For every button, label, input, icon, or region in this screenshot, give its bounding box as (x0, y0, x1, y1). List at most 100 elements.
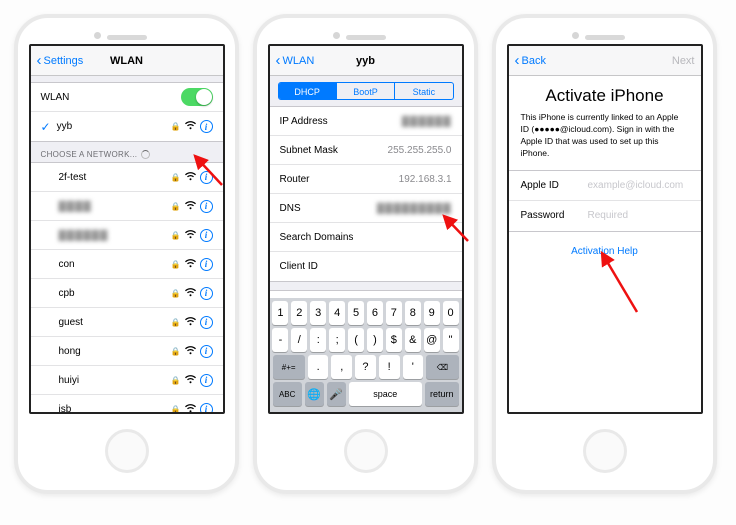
key[interactable]: 1 (272, 301, 288, 325)
navbar: ‹ Back Next (509, 46, 701, 76)
network-row[interactable]: cpb🔒i (31, 279, 223, 308)
key-globe[interactable]: 🌐 (305, 382, 324, 406)
home-button[interactable] (583, 429, 627, 473)
seg-static[interactable]: Static (395, 83, 452, 99)
seg-bootp[interactable]: BootP (337, 83, 395, 99)
info-icon[interactable]: i (200, 200, 213, 213)
next-button[interactable]: Next (645, 55, 695, 67)
key[interactable]: " (443, 328, 459, 352)
key[interactable]: 3 (310, 301, 326, 325)
apple-id-field[interactable]: Apple ID example@icloud.com (509, 171, 701, 201)
screen-activate: ‹ Back Next Activate iPhone This iPhone … (507, 44, 703, 414)
back-button[interactable]: ‹ WLAN (276, 53, 326, 68)
back-button[interactable]: ‹ Back (515, 53, 565, 68)
info-icon[interactable]: i (200, 345, 213, 358)
network-row[interactable]: jsb🔒i (31, 395, 223, 412)
choose-network-label: CHOOSE A NETWORK... (31, 142, 223, 162)
lock-icon: 🔒 (171, 318, 181, 327)
nav-title: WLAN (110, 55, 143, 67)
key[interactable]: : (310, 328, 326, 352)
key[interactable]: 5 (348, 301, 364, 325)
row-label: DNS (280, 203, 301, 214)
info-icon[interactable]: i (200, 171, 213, 184)
iphone-frame-3: ‹ Back Next Activate iPhone This iPhone … (492, 14, 717, 494)
chevron-left-icon: ‹ (276, 53, 281, 68)
info-icon[interactable]: i (200, 403, 213, 413)
key[interactable]: 0 (443, 301, 459, 325)
key[interactable]: $ (386, 328, 402, 352)
camera-dot (94, 32, 101, 39)
row-label: Router (280, 174, 310, 185)
key[interactable]: 7 (386, 301, 402, 325)
wlan-switch[interactable] (181, 88, 213, 106)
key[interactable]: 6 (367, 301, 383, 325)
key[interactable]: 2 (291, 301, 307, 325)
wifi-icon (185, 404, 196, 413)
seg-dhcp[interactable]: DHCP (279, 83, 337, 99)
network-row[interactable]: con🔒i (31, 250, 223, 279)
key[interactable]: ! (379, 355, 400, 379)
network-row[interactable]: guest🔒i (31, 308, 223, 337)
ip-config-segment: DHCP BootP Static (278, 82, 454, 100)
key-space[interactable]: space (349, 382, 422, 406)
key-delete[interactable]: ⌫ (426, 355, 458, 379)
subnet-mask-row[interactable]: Subnet Mask 255.255.255.0 (270, 136, 462, 165)
key[interactable]: 9 (424, 301, 440, 325)
connected-ssid: yyb (57, 121, 73, 132)
wifi-icon (185, 288, 196, 299)
key[interactable]: ; (329, 328, 345, 352)
info-icon[interactable]: i (200, 258, 213, 271)
key[interactable]: & (405, 328, 421, 352)
home-button[interactable] (105, 429, 149, 473)
router-row[interactable]: Router 192.168.3.1 (270, 165, 462, 194)
client-id-row[interactable]: Client ID (270, 252, 462, 281)
network-row[interactable]: ▓▓▓▓▓▓🔒i (31, 221, 223, 250)
key[interactable]: ) (367, 328, 383, 352)
navbar: ‹ Settings WLAN (31, 46, 223, 76)
network-row[interactable]: hong🔒i (31, 337, 223, 366)
ssid: cpb (59, 288, 75, 299)
row-label: Search Domains (280, 232, 354, 243)
detail-content: DHCP BootP Static IP Address ▓▓▓▓▓▓ Subn… (270, 76, 462, 298)
wlan-content: WLAN ✓ yyb 🔒 i (31, 76, 223, 412)
key[interactable]: - (272, 328, 288, 352)
network-row[interactable]: huiyi🔒i (31, 366, 223, 395)
wifi-icon (185, 230, 196, 241)
key[interactable]: 8 (405, 301, 421, 325)
back-button[interactable]: ‹ Settings (37, 53, 87, 68)
info-icon[interactable]: i (200, 316, 213, 329)
key[interactable]: . (308, 355, 329, 379)
wifi-icon (185, 172, 196, 183)
ssid: hong (59, 346, 81, 357)
key-mic[interactable]: 🎤 (327, 382, 346, 406)
activation-help-link[interactable]: Activation Help (509, 232, 701, 271)
renew-lease-button[interactable]: Renew Lease (270, 290, 462, 298)
key-shift[interactable]: #+= (273, 355, 305, 379)
key[interactable]: ? (355, 355, 376, 379)
key[interactable]: ' (403, 355, 424, 379)
lock-icon: 🔒 (171, 122, 181, 131)
password-field[interactable]: Password Required (509, 201, 701, 231)
screen-wlan-list: ‹ Settings WLAN WLAN ✓ yyb (29, 44, 225, 414)
key[interactable]: / (291, 328, 307, 352)
key[interactable]: @ (424, 328, 440, 352)
dns-row[interactable]: DNS ▓▓▓▓▓▓▓▓▓ (270, 194, 462, 223)
info-icon[interactable]: i (200, 229, 213, 242)
key[interactable]: ( (348, 328, 364, 352)
home-button[interactable] (344, 429, 388, 473)
info-icon[interactable]: i (200, 287, 213, 300)
key[interactable]: , (331, 355, 352, 379)
key[interactable]: 4 (329, 301, 345, 325)
info-icon[interactable]: i (200, 374, 213, 387)
ip-address-row[interactable]: IP Address ▓▓▓▓▓▓ (270, 107, 462, 136)
ssid: jsb (59, 404, 72, 413)
search-domains-row[interactable]: Search Domains (270, 223, 462, 252)
row-label: IP Address (280, 116, 328, 127)
connected-network-row[interactable]: ✓ yyb 🔒 i (31, 112, 223, 141)
key-return[interactable]: return (425, 382, 459, 406)
key-abc[interactable]: ABC (273, 382, 302, 406)
network-row[interactable]: 2f-test🔒i (31, 163, 223, 192)
network-row[interactable]: ▓▓▓▓🔒i (31, 192, 223, 221)
row-label: Client ID (280, 261, 318, 272)
info-icon[interactable]: i (200, 120, 213, 133)
